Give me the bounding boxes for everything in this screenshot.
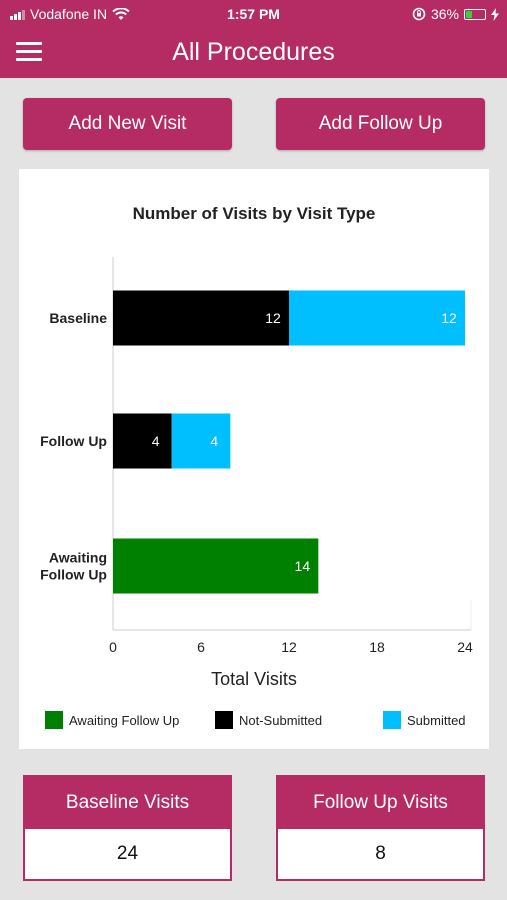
x-tick-label: 12	[281, 639, 297, 655]
x-tick-label: 18	[369, 639, 385, 655]
add-follow-up-button[interactable]: Add Follow Up	[276, 98, 485, 150]
bar-segment	[113, 290, 289, 346]
follow-up-visits-value: 8	[375, 843, 386, 864]
x-tick-label: 24	[457, 639, 473, 655]
visits-chart-card: Number of Visits by Visit Type 0 6 12 18 24 To…	[19, 169, 489, 749]
bar-segment	[113, 538, 319, 594]
nav-bar: All Procedures	[0, 28, 507, 78]
page-title: All Procedures	[172, 38, 335, 66]
y-category-label: Baseline	[49, 310, 107, 326]
x-axis-label: Total Visits	[211, 669, 297, 689]
y-category-label: Follow Up	[40, 433, 107, 449]
bar-value-label: 12	[265, 310, 281, 326]
legend-label: Awaiting Follow Up	[69, 713, 179, 728]
charging-icon	[491, 7, 499, 21]
status-bar: Vodafone IN 1:57 PM 36%	[0, 0, 507, 28]
baseline-visits-value: 24	[116, 843, 139, 864]
follow-up-visits-card: Follow Up Visits 8	[276, 775, 485, 881]
legend-swatch	[45, 711, 63, 729]
legend-label: Not-Submitted	[239, 713, 322, 728]
bar-value-label: 4	[210, 433, 218, 449]
add-new-visit-button[interactable]: Add New Visit	[23, 98, 232, 150]
chart-title: Number of Visits by Visit Type	[133, 204, 376, 223]
baseline-visits-card: Baseline Visits 24	[23, 775, 232, 881]
legend-swatch	[215, 711, 233, 729]
bar-value-label: 12	[441, 310, 457, 326]
bar-value-label: 4	[152, 433, 160, 449]
bar-segment	[289, 290, 465, 346]
follow-up-visits-label: Follow Up Visits	[278, 777, 483, 829]
battery-percent: 36%	[430, 6, 459, 22]
visits-bar-chart: Number of Visits by Visit Type 0 6 12 18 24 To…	[40, 204, 473, 729]
x-tick-label: 6	[197, 639, 205, 655]
legend-label: Submitted	[407, 713, 466, 728]
bar-segment	[113, 413, 172, 469]
battery-icon	[464, 8, 486, 20]
y-category-label: Awaiting	[49, 550, 107, 566]
status-right: 36%	[412, 6, 499, 22]
legend-swatch	[383, 711, 401, 729]
bar-segment	[171, 413, 231, 469]
baseline-visits-label: Baseline Visits	[25, 777, 230, 829]
y-category-label: Follow Up	[40, 567, 107, 583]
x-tick-label: 0	[109, 639, 117, 655]
bar-value-label: 14	[295, 558, 311, 574]
rotation-lock-icon	[412, 7, 426, 21]
